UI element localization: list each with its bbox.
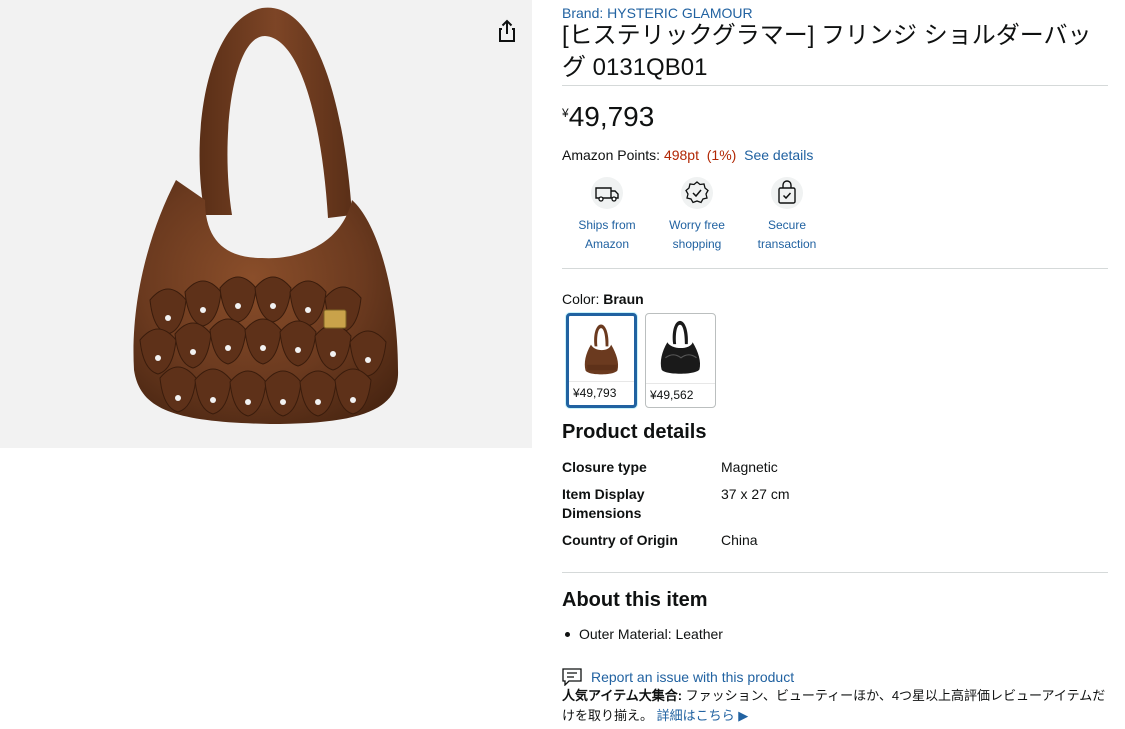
price-currency: ¥	[562, 106, 569, 120]
promo-details-link[interactable]: 詳細はこちら ▶	[657, 708, 749, 723]
report-label: Report an issue with this product	[591, 669, 795, 685]
points-percent: (1%)	[706, 147, 737, 163]
badge-worry-free[interactable]: Worry free shopping	[652, 176, 742, 254]
see-details-link[interactable]: See details	[744, 147, 813, 163]
brand-link[interactable]: Brand: HYSTERIC GLAMOUR	[562, 5, 753, 21]
badge-label: Secure transaction	[757, 218, 817, 251]
price-amount: 49,793	[568, 101, 655, 132]
swatch-thumbnail	[660, 320, 701, 374]
swatch-price: ¥49,562	[646, 383, 715, 407]
detail-value: 37 x 27 cm	[721, 486, 790, 502]
report-icon	[562, 668, 582, 686]
color-swatch-black[interactable]: ¥49,562	[645, 313, 716, 408]
detail-value: Magnetic	[721, 459, 778, 475]
amazon-points: Amazon Points: 498pt (1%) See details	[562, 147, 813, 163]
detail-label: Closure type	[562, 459, 647, 475]
price: ¥49,793	[562, 101, 654, 133]
badge-ships-from-amazon[interactable]: Ships from Amazon	[562, 176, 652, 254]
color-label: Color:	[562, 291, 604, 307]
product-title: [ヒステリックグラマー] フリンジ ショルダーバッグ 0131QB01	[562, 22, 1092, 81]
promo-banner: 人気アイテム大集合: ファッション、ビューティーほか、4つ星以上高評価レビューア…	[562, 686, 1108, 726]
promo-title: 人気アイテム大集合:	[562, 688, 683, 703]
color-selector-label: Color: Braun	[562, 291, 644, 307]
bullet-text: Outer Material: Leather	[579, 626, 723, 642]
product-image-panel[interactable]	[0, 0, 532, 448]
detail-label: Country of Origin	[562, 532, 678, 548]
product-image	[133, 7, 399, 424]
divider	[562, 268, 1108, 269]
color-swatch-braun[interactable]: ¥49,793	[566, 313, 637, 408]
points-value: 498pt	[663, 147, 699, 163]
report-issue-link[interactable]: Report an issue with this product	[562, 668, 794, 686]
secure-bag-icon	[771, 177, 803, 209]
bullet-dot	[565, 631, 570, 637]
list-item: Outer Material: Leather	[562, 626, 723, 642]
badge-label: Ships from Amazon	[578, 218, 636, 251]
detail-label: Item Display Dimensions	[562, 486, 645, 521]
detail-value: China	[721, 532, 758, 548]
color-selected-name: Braun	[603, 291, 644, 307]
divider	[562, 85, 1108, 86]
badge-secure-transaction[interactable]: Secure transaction	[742, 176, 832, 254]
about-item-heading: About this item	[562, 589, 708, 611]
share-button[interactable]	[493, 17, 521, 45]
swatch-price: ¥49,793	[569, 381, 634, 405]
badge-check-icon	[681, 177, 713, 209]
product-details-heading: Product details	[562, 421, 707, 443]
points-label: Amazon Points:	[562, 147, 664, 163]
delivery-van-icon	[591, 177, 623, 209]
share-icon	[499, 19, 515, 42]
divider	[562, 572, 1108, 573]
swatch-thumbnail	[584, 324, 619, 375]
badge-label: Worry free shopping	[669, 218, 725, 251]
